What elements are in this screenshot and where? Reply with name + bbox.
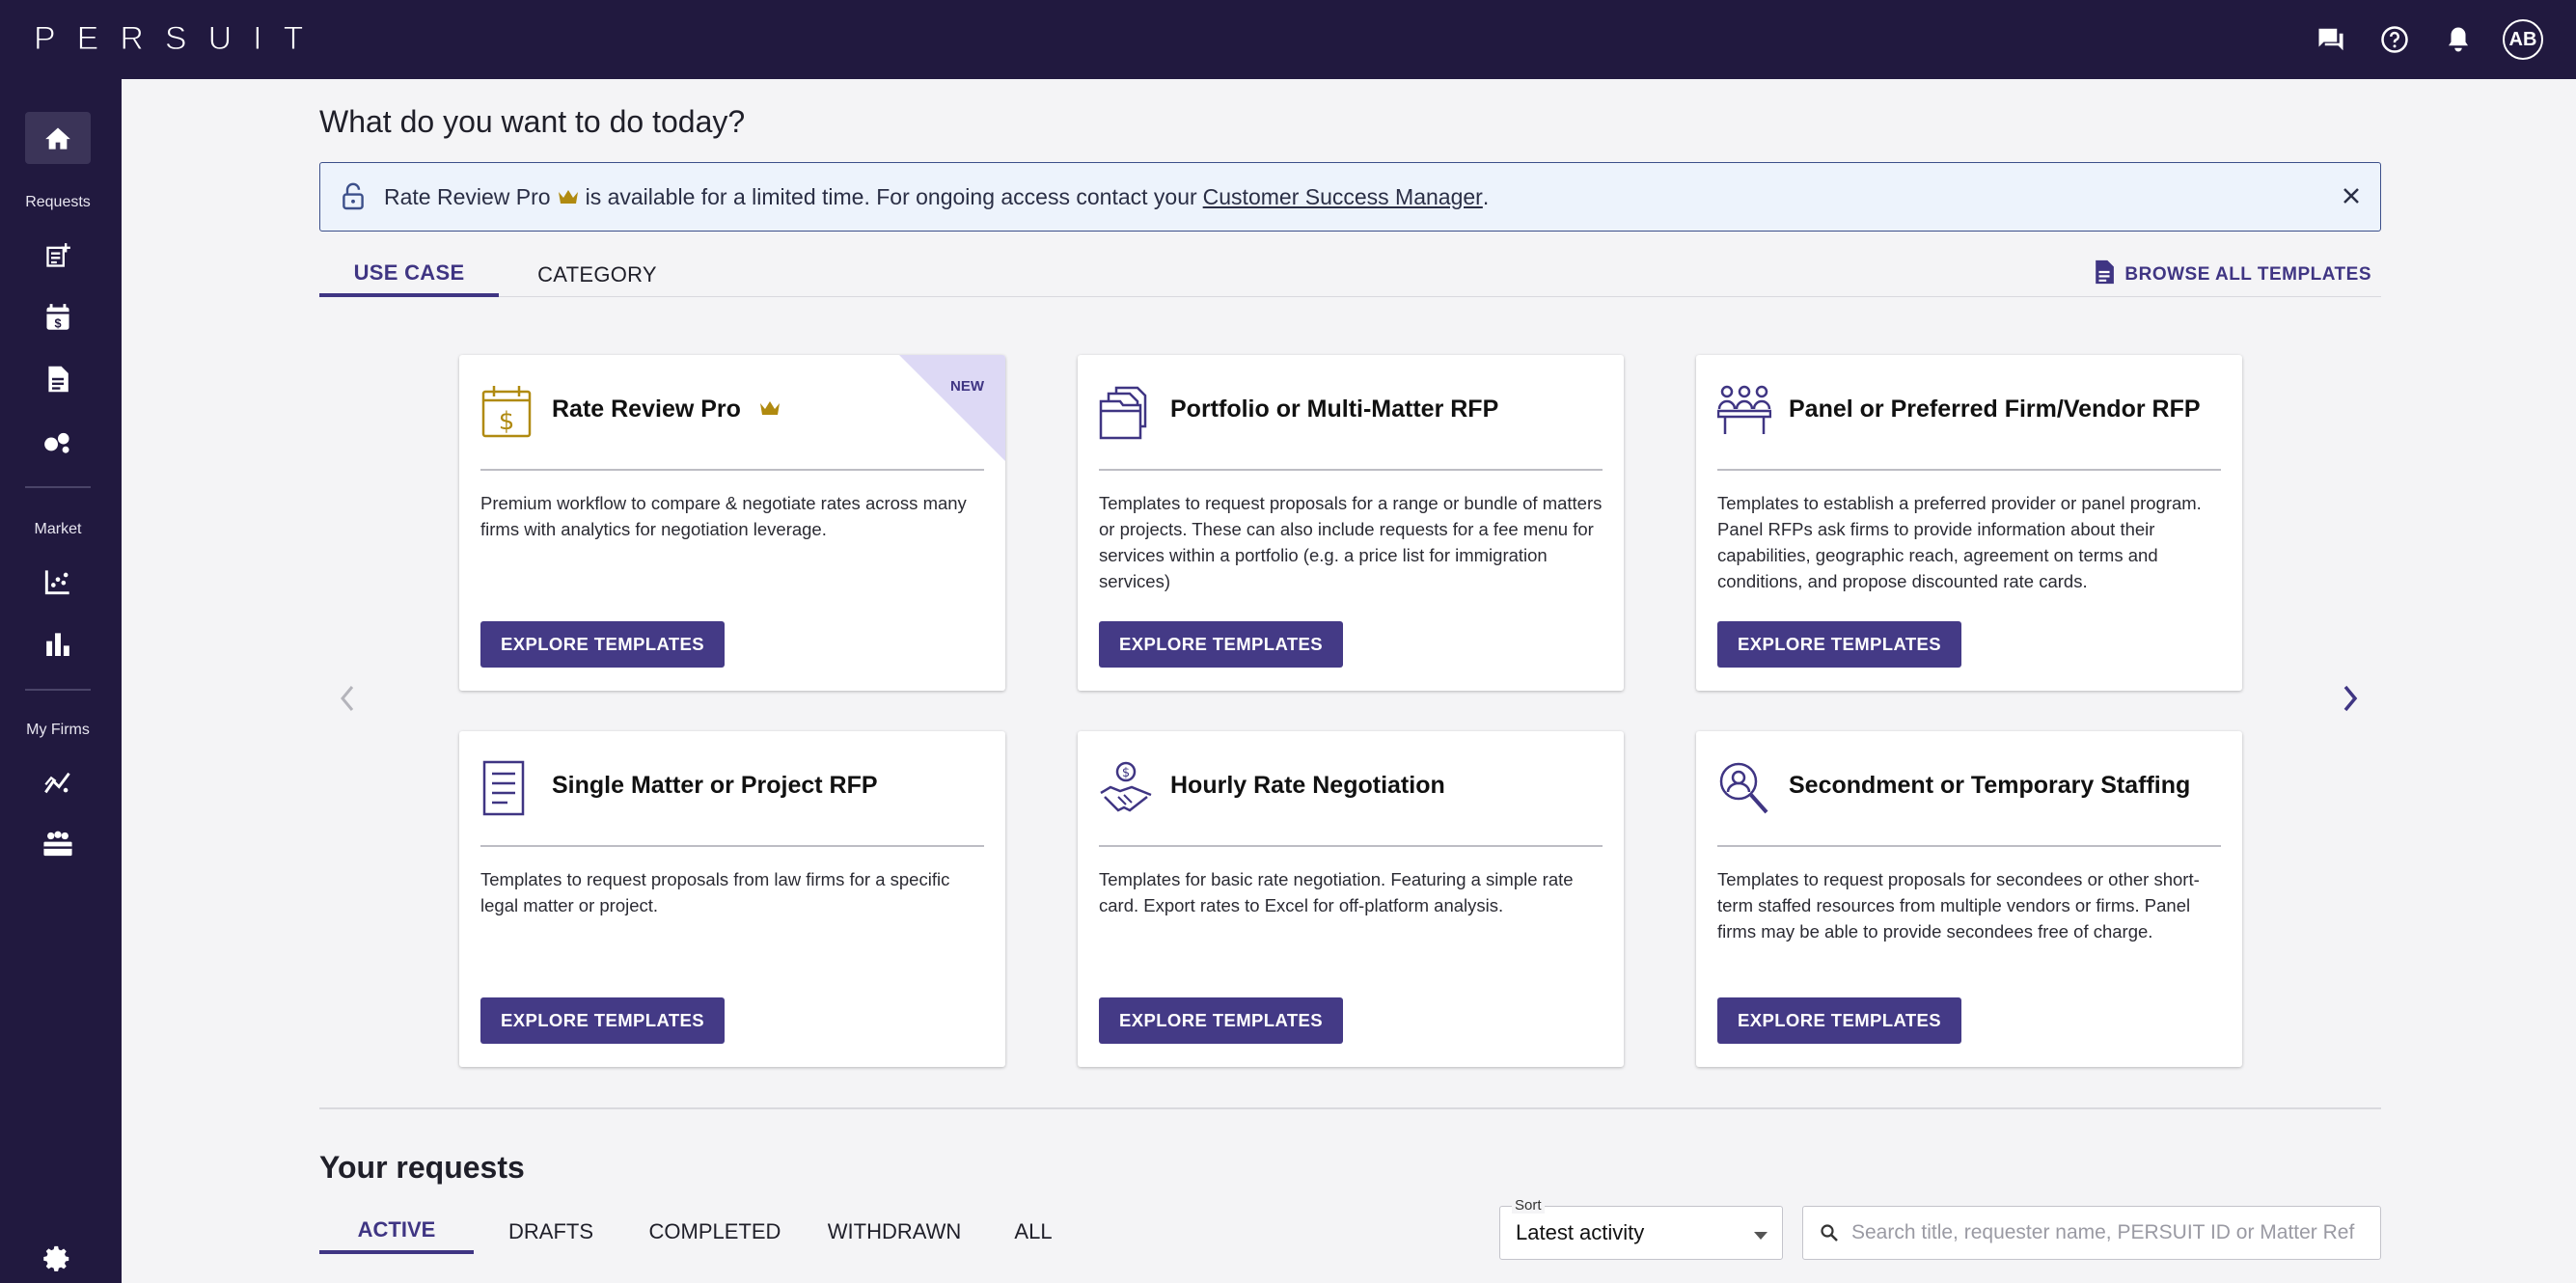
crown-icon	[557, 188, 580, 205]
card-portfolio-rfp: Portfolio or Multi-Matter RFP Templates …	[1078, 355, 1624, 691]
search-icon	[1821, 1224, 1838, 1246]
chevron-down-icon	[1753, 1228, 1768, 1245]
tab-all[interactable]: ALL	[995, 1210, 1072, 1254]
tab-drafts[interactable]: DRAFTS	[493, 1210, 609, 1254]
requests-heading: Your requests	[319, 1150, 525, 1185]
card-title: Panel or Preferred Firm/Vendor RFP	[1789, 396, 2201, 423]
card-title: Secondment or Temporary Staffing	[1789, 772, 2191, 799]
market-scatter-icon[interactable]	[25, 556, 91, 608]
card-title: Hourly Rate Negotiation	[1170, 772, 1445, 799]
card-panel-rfp: Panel or Preferred Firm/Vendor RFP Templ…	[1696, 355, 2242, 691]
page-title: What do you want to do today?	[319, 104, 746, 139]
sort-select[interactable]: Sort Latest activity	[1499, 1197, 1783, 1260]
persuit-logo[interactable]: PERSUIT	[33, 19, 325, 58]
card-rate-review-pro: NEW $ Rate Review Pro Premium workflow t…	[459, 355, 1005, 691]
tab-active[interactable]: ACTIVE	[319, 1210, 474, 1254]
explore-templates-button[interactable]: EXPLORE TEMPLATES	[1717, 997, 1962, 1044]
sidebar-label-my-firms: My Firms	[26, 722, 90, 738]
crown-icon	[758, 396, 781, 423]
explore-templates-button[interactable]: EXPLORE TEMPLATES	[480, 997, 726, 1044]
sidebar: Requests $ Market My Firms	[0, 79, 122, 1283]
info-banner: Rate Review Pro is available for a limit…	[319, 162, 2381, 232]
card-secondment-staffing: Secondment or Temporary Staffing Templat…	[1696, 731, 2242, 1067]
sidebar-divider	[25, 486, 91, 488]
panel-people-icon	[1716, 384, 1772, 440]
card-description: Templates for basic rate negotiation. Fe…	[1099, 869, 1574, 915]
bell-icon[interactable]	[2439, 20, 2478, 59]
customer-success-link[interactable]: Customer Success Manager	[1203, 184, 1483, 210]
banner-message: is available for a limited time. For ong…	[585, 183, 1197, 209]
sort-label: Sort	[1512, 1197, 1545, 1214]
browse-all-templates-button[interactable]: BROWSE ALL TEMPLATES	[2094, 253, 2371, 297]
bubbles-icon[interactable]	[25, 415, 91, 467]
document-icon[interactable]	[25, 353, 91, 405]
sidebar-label-requests: Requests	[25, 194, 91, 210]
carousel-prev-arrow[interactable]	[338, 683, 357, 719]
explore-templates-button[interactable]: EXPLORE TEMPLATES	[1717, 621, 1962, 668]
card-divider	[480, 845, 984, 847]
document-icon	[2094, 259, 2115, 291]
banner-product: Rate Review Pro	[384, 183, 551, 209]
new-request-icon[interactable]	[25, 230, 91, 282]
browse-all-label: BROWSE ALL TEMPLATES	[2124, 264, 2371, 285]
new-badge: NEW	[950, 378, 984, 395]
search-input[interactable]	[1851, 1221, 2363, 1244]
market-bar-icon[interactable]	[25, 617, 91, 669]
card-divider	[1099, 469, 1603, 471]
card-title: Rate Review Pro	[552, 396, 781, 423]
firm-analytics-icon[interactable]	[25, 756, 91, 808]
explore-templates-button[interactable]: EXPLORE TEMPLATES	[1099, 621, 1344, 668]
search-field	[1802, 1206, 2381, 1260]
tab-category[interactable]: CATEGORY	[522, 253, 672, 297]
sort-value: Latest activity	[1516, 1220, 1645, 1244]
banner-trailing: .	[1482, 183, 1490, 209]
dollar-calendar-icon: $	[480, 384, 534, 440]
tab-withdrawn[interactable]: WITHDRAWN	[817, 1210, 972, 1254]
carousel-next-arrow[interactable]	[2341, 683, 2360, 719]
settings-icon[interactable]	[25, 1233, 91, 1283]
top-actions: AB	[2312, 19, 2543, 60]
chat-icon[interactable]	[2312, 20, 2350, 59]
new-corner-ribbon	[899, 355, 1005, 461]
help-icon[interactable]	[2375, 20, 2414, 59]
portfolio-folders-icon	[1099, 384, 1153, 440]
svg-text:$: $	[499, 407, 515, 436]
card-title-text: Rate Review Pro	[552, 396, 741, 423]
lock-icon	[342, 182, 365, 217]
sidebar-label-market: Market	[34, 521, 82, 537]
card-divider	[1099, 845, 1603, 847]
card-hourly-rate-negotiation: $ Hourly Rate Negotiation Templates for …	[1078, 731, 1624, 1067]
card-divider	[1717, 845, 2221, 847]
svg-text:$: $	[54, 316, 61, 330]
card-single-matter-rfp: Single Matter or Project RFP Templates t…	[459, 731, 1005, 1067]
card-description: Templates to establish a preferred provi…	[1717, 493, 2202, 591]
home-icon[interactable]	[25, 112, 91, 164]
section-divider	[319, 1107, 2381, 1109]
tab-completed[interactable]: COMPLETED	[638, 1210, 792, 1254]
card-description: Templates to request proposals from law …	[480, 869, 950, 915]
svg-text:$: $	[1122, 766, 1130, 780]
handshake-icon: $	[1099, 760, 1153, 816]
single-document-icon	[480, 760, 534, 816]
card-title: Portfolio or Multi-Matter RFP	[1170, 396, 1499, 423]
card-divider	[1717, 469, 2221, 471]
use-case-tabs: USE CASE CATEGORY BROWSE ALL TEMPLATES	[319, 253, 2381, 297]
logo-text: PERSUIT	[33, 19, 325, 57]
close-icon[interactable]	[2340, 184, 2363, 213]
tab-use-case[interactable]: USE CASE	[319, 253, 499, 297]
person-search-icon	[1717, 760, 1771, 816]
card-description: Templates to request proposals for a ran…	[1099, 493, 1603, 591]
card-description: Templates to request proposals for secon…	[1717, 869, 2200, 942]
card-divider	[480, 469, 984, 471]
firms-group-icon[interactable]	[25, 818, 91, 870]
card-title: Single Matter or Project RFP	[552, 772, 878, 799]
card-description: Premium workflow to compare & negotiate …	[480, 493, 967, 539]
explore-templates-button[interactable]: EXPLORE TEMPLATES	[480, 621, 726, 668]
explore-templates-button[interactable]: EXPLORE TEMPLATES	[1099, 997, 1344, 1044]
rate-calendar-icon[interactable]: $	[25, 291, 91, 343]
top-bar: PERSUIT AB	[0, 0, 2576, 79]
sidebar-divider	[25, 689, 91, 691]
main-content: What do you want to do today? Rate Revie…	[122, 79, 2576, 1283]
avatar[interactable]: AB	[2503, 19, 2543, 60]
